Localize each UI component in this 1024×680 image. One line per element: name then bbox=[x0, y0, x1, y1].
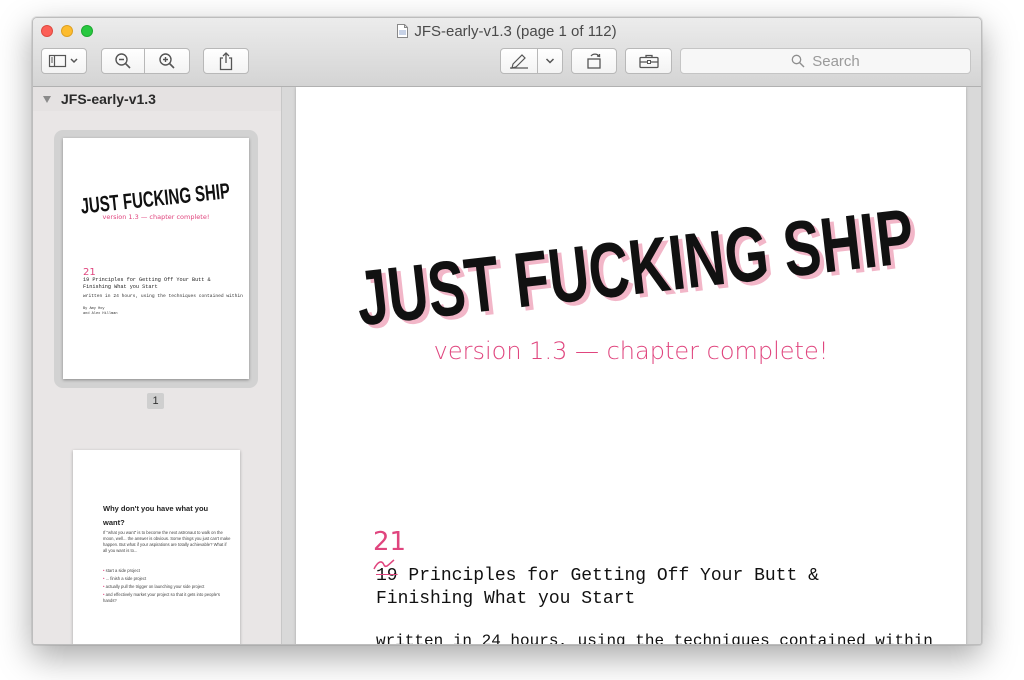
crossed-out-number: 19 bbox=[376, 566, 398, 586]
zoom-out-button[interactable] bbox=[101, 48, 145, 74]
page-thumbnail-2[interactable]: Why don't you have what you want? If "wh… bbox=[73, 450, 240, 644]
list-item: start a side project bbox=[103, 568, 231, 574]
share-button[interactable] bbox=[203, 48, 249, 74]
pen-icon bbox=[510, 54, 528, 69]
zoom-in-button[interactable] bbox=[144, 48, 190, 74]
thumbnail-principles: 19 Principles for Getting Off Your Butt … bbox=[83, 277, 211, 290]
sidebar-document-title: JFS-early-v1.3 bbox=[61, 91, 156, 107]
list-item: and effectively market your project so t… bbox=[103, 592, 231, 604]
page-number-badge: 1 bbox=[147, 393, 164, 409]
thumbnail-subtitle: version 1.3 — chapter complete! bbox=[102, 213, 210, 221]
sidebar-view-button[interactable] bbox=[41, 48, 87, 74]
page-subtitle: version 1.3 — chapter complete! bbox=[433, 337, 829, 365]
search-placeholder: Search bbox=[812, 52, 860, 70]
list-item: actually pull the trigger on launching y… bbox=[103, 584, 231, 590]
markup-menu-button[interactable] bbox=[537, 48, 563, 74]
window-title: JFS-early-v1.3 (page 1 of 112) bbox=[414, 23, 617, 40]
principles-text: Principles for Getting Off Your Butt & F… bbox=[376, 566, 819, 609]
sidebar-icon bbox=[48, 54, 78, 68]
sidebar-header[interactable]: JFS-early-v1.3 bbox=[33, 87, 281, 111]
markup-pen-button[interactable] bbox=[500, 48, 538, 74]
toolbox-icon bbox=[638, 54, 659, 69]
rotate-button[interactable] bbox=[571, 48, 617, 74]
page-title: JUST FUCKING SHIP JUST FUCKING SHIP bbox=[352, 192, 923, 337]
svg-text:JUST FUCKING SHIP: JUST FUCKING SHIP bbox=[79, 178, 231, 216]
written-line: written in 24 hours, using the technique… bbox=[376, 632, 933, 644]
title-bar: JFS-early-v1.3 (page 1 of 112) Search bbox=[33, 18, 981, 87]
window-title-container: JFS-early-v1.3 (page 1 of 112) bbox=[33, 23, 981, 40]
chevron-down-icon bbox=[545, 58, 555, 64]
preview-window: JFS-early-v1.3 (page 1 of 112) Search JF… bbox=[32, 17, 982, 645]
principles-line: 19 Principles for Getting Off Your Butt … bbox=[376, 565, 896, 611]
thumbnail-title: JUST FUCKING SHIP bbox=[79, 178, 231, 216]
thumbnail-2-body: If "what you want" is to become the next… bbox=[103, 530, 231, 553]
thumbnail-sidebar[interactable]: JFS-early-v1.3 JUST FUCKING SHIP version… bbox=[33, 87, 282, 644]
thumbnail-2-list: start a side project ... finish a side p… bbox=[103, 568, 231, 606]
share-icon bbox=[219, 52, 233, 71]
toolbox-button[interactable] bbox=[625, 48, 672, 74]
thumbnail-written: written in 24 hours, using the technique… bbox=[83, 294, 243, 299]
handwritten-number: 21 bbox=[373, 527, 407, 557]
thumbnail-byline-2: and Alex Hillman bbox=[83, 312, 118, 316]
document-view[interactable]: JUST FUCKING SHIP JUST FUCKING SHIP vers… bbox=[282, 87, 981, 644]
zoom-in-icon bbox=[159, 53, 175, 69]
document-page: JUST FUCKING SHIP JUST FUCKING SHIP vers… bbox=[296, 87, 966, 644]
search-icon bbox=[791, 54, 805, 68]
thumbnail-byline: By Amy Hoy and Alex Hillman bbox=[83, 307, 118, 317]
page-thumbnail-1[interactable]: JUST FUCKING SHIP version 1.3 — chapter … bbox=[63, 138, 249, 379]
search-field[interactable]: Search bbox=[680, 48, 971, 74]
rotate-icon bbox=[587, 53, 601, 69]
disclosure-triangle-icon[interactable] bbox=[43, 96, 51, 103]
list-item: ... finish a side project bbox=[103, 576, 231, 582]
pdf-document-icon bbox=[397, 24, 409, 38]
zoom-out-icon bbox=[115, 53, 131, 69]
thumbnail-2-heading: Why don't you have what you want? bbox=[103, 504, 209, 527]
